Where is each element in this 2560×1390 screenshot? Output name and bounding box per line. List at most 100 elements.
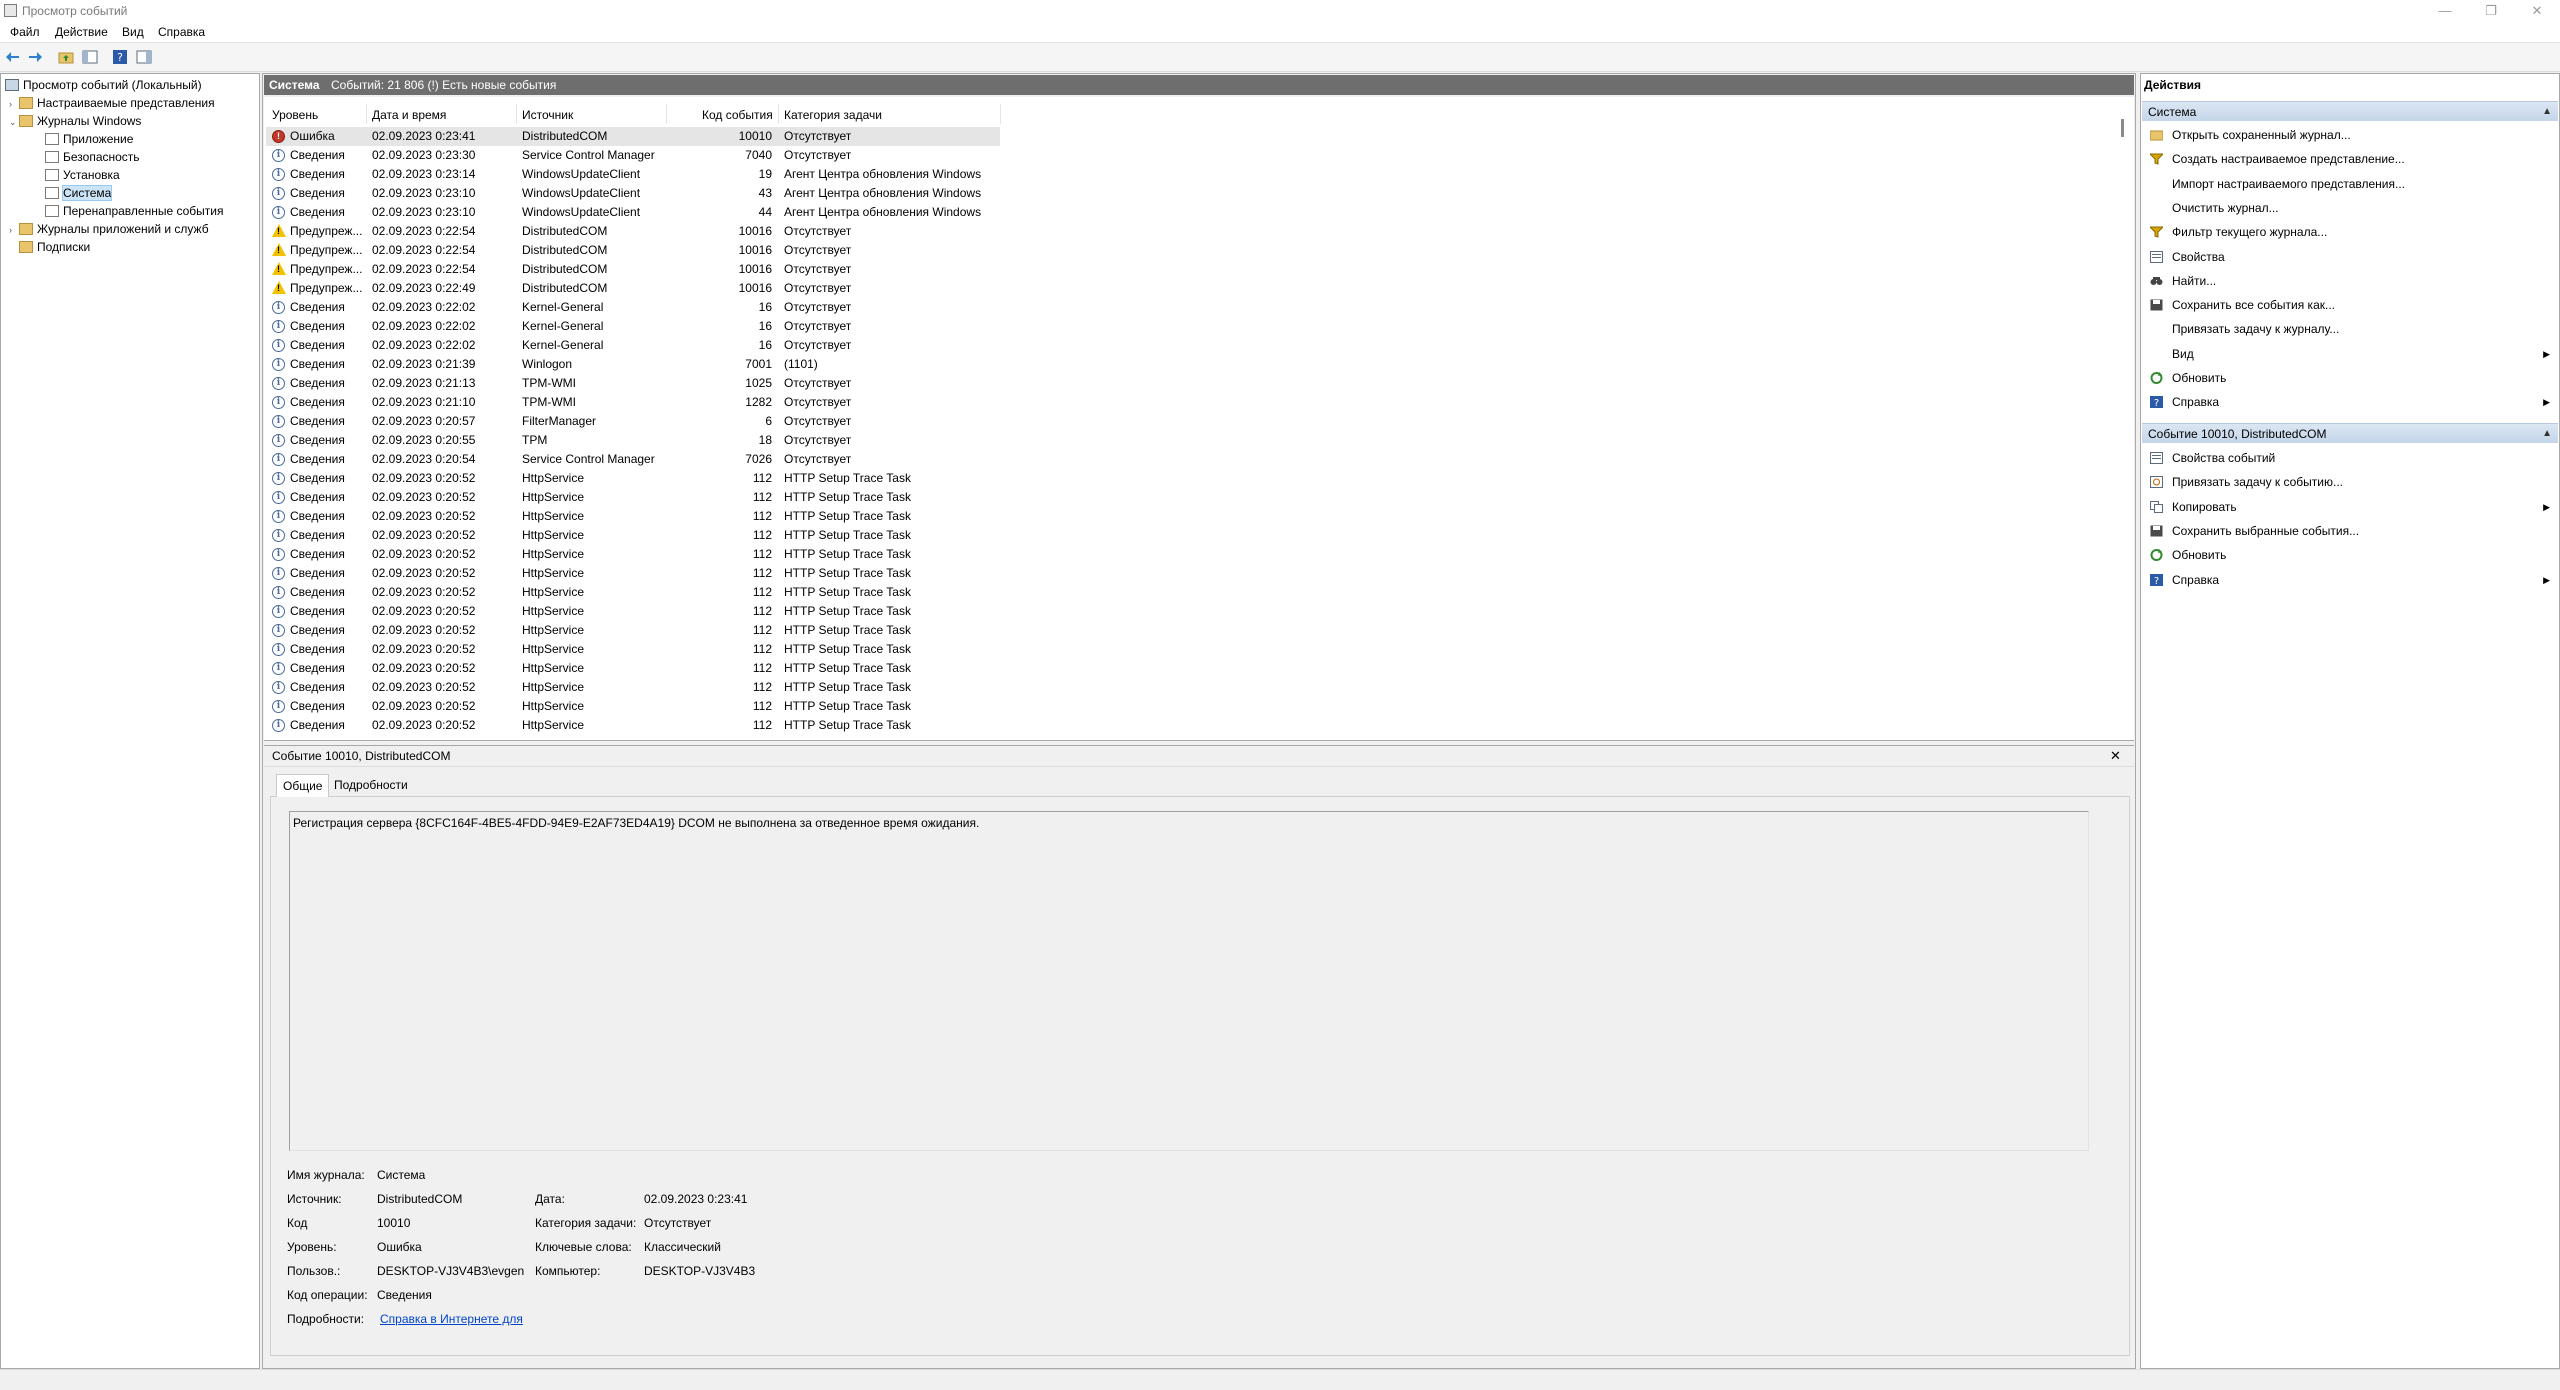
tree-log-security[interactable]: Безопасность [45,148,140,166]
column-separator[interactable] [516,104,517,124]
table-row[interactable]: i Сведения 02.09.2023 0:22:02 Kernel-Genera… [266,317,1000,336]
table-row[interactable]: i Сведения 02.09.2023 0:21:39 Winlogon 7001 (… [266,355,1000,374]
action-item[interactable]: Обновить [2150,544,2550,566]
column-separator[interactable] [366,104,367,124]
datetime-cell: 02.09.2023 0:23:30 [372,148,476,162]
menu-action[interactable]: Действие [55,25,108,39]
table-row[interactable]: i Сведения 02.09.2023 0:20:57 FilterManager… [266,412,1000,431]
action-item[interactable]: Вид ▶ [2150,343,2550,365]
minimize-button[interactable]: — [2422,0,2468,22]
tree-log-application[interactable]: Приложение [45,130,133,148]
action-item[interactable]: Привязать задачу к событию... [2150,471,2550,493]
actions-section-event[interactable]: Событие 10010, DistributedCOM ▲ [2142,423,2558,443]
column-header-datetime[interactable]: Дата и время [372,106,446,124]
table-row[interactable]: i Сведения 02.09.2023 0:20:52 HttpService 11… [266,678,1000,697]
column-separator[interactable] [666,104,667,124]
detail-close-icon[interactable]: ✕ [2110,748,2121,764]
collapse-chevron-icon[interactable]: ⌄ [9,113,19,131]
back-arrow-icon[interactable] [5,49,21,65]
table-row[interactable]: i Сведения 02.09.2023 0:20:52 HttpService 11… [266,526,1000,545]
menu-file[interactable]: Файл [10,25,40,39]
action-item[interactable]: Очистить журнал... [2150,197,2550,219]
tree-app-service-logs[interactable]: › Журналы приложений и служб [9,220,209,238]
table-row[interactable]: i Сведения 02.09.2023 0:20:52 HttpService 11… [266,564,1000,583]
table-row[interactable]: Предупреж... 02.09.2023 0:22:49 Distribute… [266,279,1000,298]
action-item[interactable]: Свойства событий [2150,447,2550,469]
tree-root[interactable]: Просмотр событий (Локальный) [5,76,202,94]
action-label: Сохранить все события как... [2172,298,2335,313]
table-row[interactable]: i Сведения 02.09.2023 0:20:52 HttpService 11… [266,545,1000,564]
table-row[interactable]: i Сведения 02.09.2023 0:20:55 TPM 18 Отсутств… [266,431,1000,450]
table-row[interactable]: ! Ошибка 02.09.2023 0:23:41 DistributedCOM 1… [266,127,1000,146]
table-row[interactable]: i Сведения 02.09.2023 0:22:02 Kernel-Genera… [266,336,1000,355]
table-row[interactable]: i Сведения 02.09.2023 0:20:52 HttpService 11… [266,659,1000,678]
table-row[interactable]: i Сведения 02.09.2023 0:21:13 TPM-WMI 1025 От… [266,374,1000,393]
action-item[interactable]: Привязать задачу к журналу... [2150,318,2550,340]
table-row[interactable]: Предупреж... 02.09.2023 0:22:54 Distribute… [266,241,1000,260]
table-row[interactable]: i Сведения 02.09.2023 0:23:10 WindowsUpdate… [266,203,1000,222]
expand-chevron-icon[interactable]: › [9,221,19,239]
action-item[interactable]: Импорт настраиваемого представления... [2150,173,2550,195]
table-row[interactable]: Предупреж... 02.09.2023 0:22:54 Distribute… [266,222,1000,241]
column-separator[interactable] [778,104,779,124]
tree-log-system[interactable]: Система [45,184,113,202]
event-list-scrollbar[interactable] [2116,107,2130,737]
forward-arrow-icon[interactable] [27,49,43,65]
show-hide-tree-icon[interactable] [82,49,98,65]
action-item[interactable]: Сохранить выбранные события... [2150,520,2550,542]
tab-details[interactable]: Подробности [328,774,414,796]
table-row[interactable]: i Сведения 02.09.2023 0:20:52 HttpService 11… [266,488,1000,507]
menu-help[interactable]: Справка [158,25,205,39]
actions-section-system[interactable]: Система ▲ [2142,101,2558,121]
tree-log-forwarded[interactable]: Перенаправленные события [45,202,223,220]
table-row[interactable]: i Сведения 02.09.2023 0:22:02 Kernel-Genera… [266,298,1000,317]
maximize-button[interactable]: ❐ [2468,0,2514,22]
action-item[interactable]: Фильтр текущего журнала... [2150,221,2550,243]
action-label: Сохранить выбранные события... [2172,523,2360,538]
tree-log-setup[interactable]: Установка [45,166,120,184]
table-row[interactable]: i Сведения 02.09.2023 0:23:30 Service Contr… [266,146,1000,165]
tab-general[interactable]: Общие [276,774,330,797]
table-row[interactable]: i Сведения 02.09.2023 0:20:52 HttpService 11… [266,583,1000,602]
folder-up-icon[interactable] [58,49,74,65]
table-row[interactable]: i Сведения 02.09.2023 0:23:10 WindowsUpdate… [266,184,1000,203]
table-row[interactable]: Предупреж... 02.09.2023 0:22:54 Distribute… [266,260,1000,279]
table-row[interactable]: i Сведения 02.09.2023 0:20:52 HttpService 11… [266,507,1000,526]
tree-windows-logs[interactable]: ⌄ Журналы Windows [9,112,141,130]
table-row[interactable]: i Сведения 02.09.2023 0:20:52 HttpService 11… [266,640,1000,659]
event-description[interactable]: Регистрация сервера {8CFC164F-4BE5-4FDD-… [289,811,2089,1151]
column-header-task-category[interactable]: Категория задачи [784,106,882,124]
table-row[interactable]: i Сведения 02.09.2023 0:20:52 HttpService 11… [266,621,1000,640]
column-header-event-id[interactable]: Код события [702,106,773,124]
table-row[interactable]: i Сведения 02.09.2023 0:20:52 HttpService 11… [266,469,1000,488]
action-item[interactable]: ? Справка ▶ [2150,391,2550,413]
menu-view[interactable]: Вид [122,25,144,39]
tree-custom-views[interactable]: › Настраиваемые представления [9,94,215,112]
action-item[interactable]: ? Справка ▶ [2150,569,2550,591]
table-row[interactable]: i Сведения 02.09.2023 0:20:52 HttpService 11… [266,602,1000,621]
table-row[interactable]: i Сведения 02.09.2023 0:20:52 HttpService 11… [266,716,1000,735]
action-item[interactable]: Свойства [2150,246,2550,268]
scrollbar-thumb[interactable] [2121,119,2124,137]
action-item[interactable]: Копировать ▶ [2150,496,2550,518]
table-row[interactable]: i Сведения 02.09.2023 0:21:10 TPM-WMI 1282 От… [266,393,1000,412]
expand-chevron-icon[interactable]: › [9,95,19,113]
collapse-caret-icon[interactable]: ▲ [2542,424,2552,444]
column-header-level[interactable]: Уровень [272,106,318,124]
online-help-link[interactable]: Справка в Интернете для [380,1312,523,1326]
show-hide-action-pane-icon[interactable] [136,49,152,65]
tree-subscriptions[interactable]: Подписки [19,238,90,256]
action-item[interactable]: Обновить [2150,367,2550,389]
column-header-source[interactable]: Источник [522,106,573,124]
action-item[interactable]: Найти... [2150,270,2550,292]
table-row[interactable]: i Сведения 02.09.2023 0:23:14 WindowsUpdate… [266,165,1000,184]
action-item[interactable]: Открыть сохраненный журнал... [2150,124,2550,146]
column-separator[interactable] [1000,104,1001,124]
table-row[interactable]: i Сведения 02.09.2023 0:20:54 Service Contr… [266,450,1000,469]
action-item[interactable]: Сохранить все события как... [2150,294,2550,316]
collapse-caret-icon[interactable]: ▲ [2542,102,2552,122]
help-icon[interactable]: ? [112,49,128,65]
action-item[interactable]: Создать настраиваемое представление... [2150,148,2550,170]
table-row[interactable]: i Сведения 02.09.2023 0:20:52 HttpService 11… [266,697,1000,716]
close-button[interactable]: ✕ [2514,0,2560,22]
